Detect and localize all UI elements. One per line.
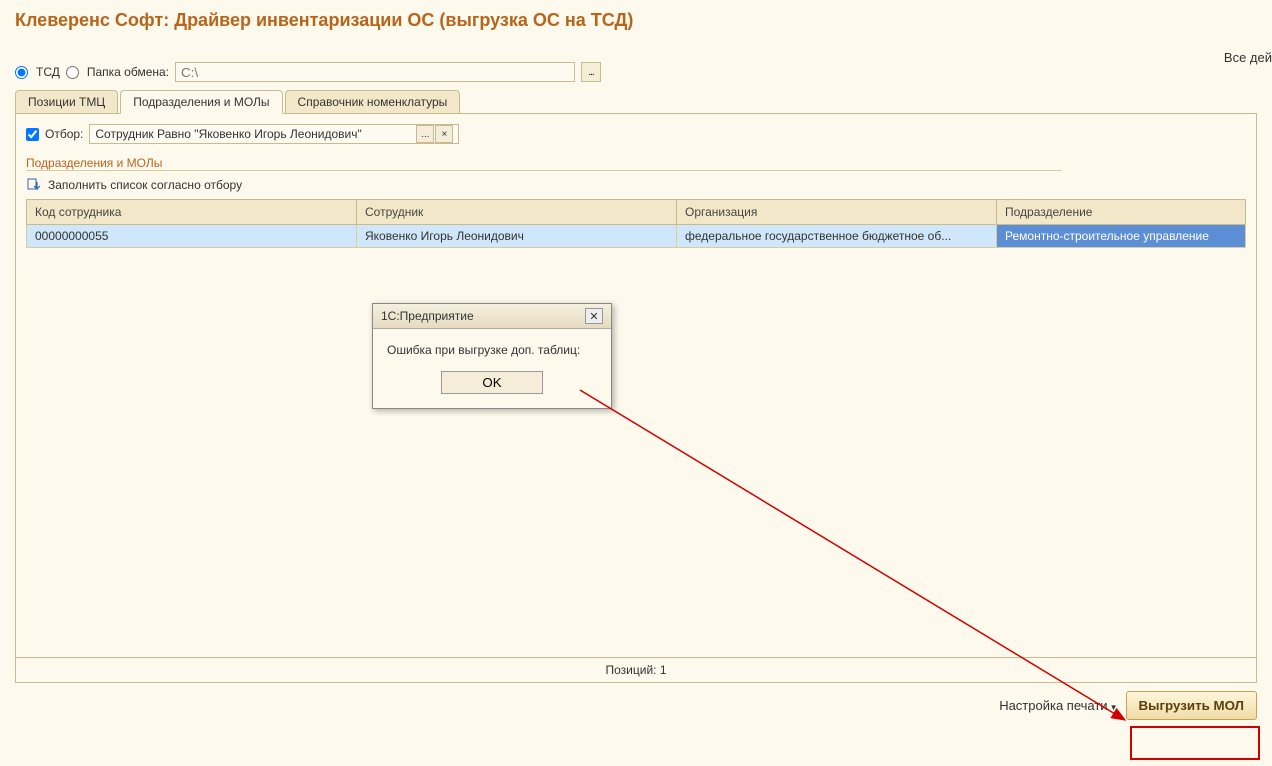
tab-tmc[interactable]: Позиции ТМЦ [15,90,118,114]
col-dept[interactable]: Подразделение [997,200,1246,225]
filter-input[interactable]: Сотрудник Равно "Яковенко Игорь Леонидов… [89,124,459,144]
chevron-down-icon: ▼ [1110,703,1118,712]
dialog-body: Ошибка при выгрузке доп. таблиц: OK [373,329,611,408]
fill-list-label: Заполнить список согласно отбору [48,178,242,192]
fill-icon [26,177,42,193]
tabs: Позиции ТМЦ Подразделения и МОЛы Справоч… [0,90,1272,114]
export-highlight-annotation [1130,726,1260,760]
filter-checkbox[interactable] [26,128,39,141]
cell-employee: Яковенко Игорь Леонидович [357,225,677,248]
cell-code: 00000000055 [27,225,357,248]
fill-list-action[interactable]: Заполнить список согласно отбору [26,177,1246,193]
dialog-titlebar: 1С:Предприятие ✕ [373,304,611,329]
cell-dept: Ремонтно-строительное управление [997,225,1246,248]
col-employee[interactable]: Сотрудник [357,200,677,225]
tab-nomenclature[interactable]: Справочник номенклатуры [285,90,461,114]
export-mol-button[interactable]: Выгрузить МОЛ [1126,691,1258,720]
radio-tsd-label: ТСД [36,65,60,79]
status-bar: Позиций: 1 [16,657,1256,682]
mol-table: Код сотрудника Сотрудник Организация Под… [26,199,1246,248]
dialog-title-text: 1С:Предприятие [381,309,474,323]
group-title: Подразделения и МОЛы [26,156,1062,171]
tab-mol[interactable]: Подразделения и МОЛы [120,90,282,114]
page-title: Клеверенс Софт: Драйвер инвентаризации О… [0,0,1272,34]
table-row[interactable]: 00000000055 Яковенко Игорь Леонидович фе… [27,225,1246,248]
filter-clear-button[interactable]: × [435,125,453,143]
filter-row: Отбор: Сотрудник Равно "Яковенко Игорь Л… [26,124,1246,144]
col-code[interactable]: Код сотрудника [27,200,357,225]
dialog-ok-button[interactable]: OK [441,371,542,394]
dialog-close-button[interactable]: ✕ [585,308,603,324]
footer-bar: Настройка печати▼ Выгрузить МОЛ [0,683,1272,728]
path-browse-button[interactable]: ... [581,62,601,82]
destination-radio-row: ТСД Папка обмена: ... [0,54,1272,90]
dialog-message: Ошибка при выгрузке доп. таблиц: [387,343,597,357]
radio-tsd[interactable] [15,66,28,79]
cell-org: федеральное государственное бюджетное об… [677,225,997,248]
col-org[interactable]: Организация [677,200,997,225]
filter-browse-button[interactable]: ... [416,125,434,143]
radio-folder[interactable] [66,66,79,79]
print-settings-link[interactable]: Настройка печати▼ [999,698,1117,713]
close-icon: ✕ [589,310,598,323]
all-actions-link[interactable]: Все дей [1224,50,1272,65]
filter-value: Сотрудник Равно "Яковенко Игорь Леонидов… [95,127,416,141]
tab-content: Отбор: Сотрудник Равно "Яковенко Игорь Л… [15,113,1257,683]
path-input[interactable] [175,62,575,82]
radio-folder-label: Папка обмена: [87,65,169,79]
filter-label: Отбор: [45,127,83,141]
error-dialog: 1С:Предприятие ✕ Ошибка при выгрузке доп… [372,303,612,409]
